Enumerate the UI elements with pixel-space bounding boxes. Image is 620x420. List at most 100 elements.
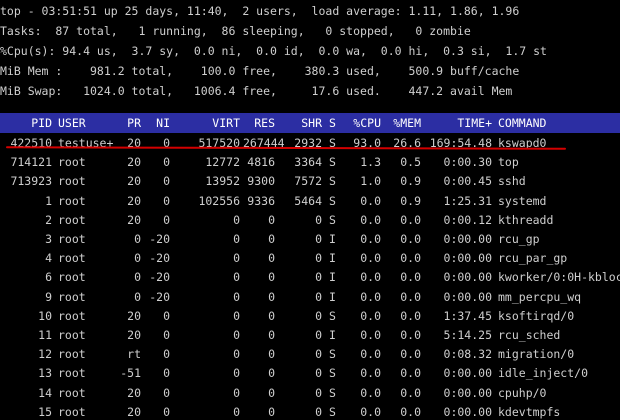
process-pid-cell: 714121	[10, 155, 52, 170]
process-s-cell: S	[329, 366, 336, 381]
process-ni-cell: 0	[163, 174, 170, 189]
process-mem-cell: 0.0	[400, 289, 421, 304]
process-s-cell: S	[329, 136, 336, 150]
process-s-cell: S	[329, 347, 336, 362]
process-time-cell: 5:14.25	[443, 328, 492, 342]
process-pid-cell: 1	[45, 193, 52, 208]
process-time-cell: 1:25.31	[443, 193, 492, 208]
process-pr-cell: 0	[134, 251, 141, 266]
process-ni-cell: 0	[163, 328, 170, 342]
process-res-cell: 4816	[247, 155, 275, 170]
process-s-cell: I	[329, 232, 336, 246]
process-res-cell: 9336	[247, 193, 275, 208]
process-pr-cell: 20	[127, 136, 141, 150]
process-row: 713923 root 20 0 13952 9300 7572 S 1.0 0.9 0:00.45…	[0, 171, 620, 191]
process-command-cell: sshd	[498, 174, 526, 189]
process-s-cell: I	[329, 328, 336, 342]
process-virt-cell: 517520	[198, 136, 240, 150]
process-command-cell: systemd	[498, 193, 547, 208]
process-s-cell: S	[329, 212, 336, 227]
process-ni-cell: 0	[163, 385, 170, 400]
process-cpu-cell: 0.0	[360, 308, 381, 323]
process-row: 10 root 20 0 0 0 0 S 0.0 0.0 1:37.45 ksoftirqd/0	[0, 306, 620, 326]
process-row: 2 root 20 0 0 0 0 S 0.0 0.0 0:00.12 kthreadd	[0, 210, 620, 230]
process-virt-cell: 0	[233, 347, 240, 362]
process-ni-cell: -20	[149, 270, 170, 285]
process-virt-cell: 13952	[205, 174, 240, 189]
process-mem-cell: 0.5	[400, 155, 421, 170]
process-row: 9 root 0 -20 0 0 0 I 0.0 0.0 0:00.00 mm_percpu_wq	[0, 287, 620, 307]
process-res-cell: 9300	[247, 174, 275, 189]
process-mem-cell: 0.0	[400, 366, 421, 381]
process-cpu-cell: 0.0	[360, 193, 381, 208]
column-header-shr: SHR	[301, 116, 322, 130]
process-shr-cell: 0	[315, 212, 322, 227]
process-s-cell: S	[329, 155, 336, 170]
process-row: 11 root 20 0 0 0 0 I 0.0 0.0 5:14.25 rcu_sched	[0, 325, 620, 345]
process-row: 15 root 20 0 0 0 0 S 0.0 0.0 0:00.00 kdevtmpfs	[0, 402, 620, 420]
process-shr-cell: 0	[315, 251, 322, 266]
process-cpu-cell: 0.0	[360, 212, 381, 227]
process-mem-cell: 0.9	[400, 193, 421, 208]
process-command-cell: mm_percpu_wq	[498, 289, 582, 304]
process-virt-cell: 0	[233, 366, 240, 381]
process-pr-cell: 20	[127, 174, 141, 189]
column-header-command: COMMAND	[498, 116, 547, 130]
process-pr-cell: 20	[127, 193, 141, 208]
process-shr-cell: 0	[315, 347, 322, 362]
process-row: 14 root 20 0 0 0 0 S 0.0 0.0 0:00.00 cpuhp/0	[0, 383, 620, 403]
process-virt-cell: 0	[233, 385, 240, 400]
column-header-mem: %MEM	[393, 116, 421, 130]
process-row: 1 root 20 0 102556 9336 5464 S 0.0 0.9 1:25.31 syst…	[0, 191, 620, 211]
process-time-cell: 0:00.45	[443, 174, 492, 189]
process-cpu-cell: 0.0	[360, 385, 381, 400]
column-header-ni: NI	[156, 116, 170, 130]
process-time-cell: 0:00.00	[443, 404, 492, 419]
process-command-cell: kdevtmpfs	[498, 404, 561, 419]
process-shr-cell: 2932	[294, 136, 322, 150]
process-command-cell: cpuhp/0	[498, 385, 547, 400]
column-header-pid: PID	[31, 116, 52, 130]
process-shr-cell: 3364	[294, 155, 322, 170]
process-pr-cell: 20	[127, 328, 141, 342]
process-res-cell: 0	[268, 270, 275, 285]
process-pr-cell: 20	[127, 155, 141, 170]
summary-swap-line: MiB Swap: 1024.0 total, 1006.4 free, 17.…	[0, 84, 513, 98]
terminal-window[interactable]: top - 03:51:51 up 25 days, 11:40, 2 user…	[0, 0, 620, 420]
process-pid-cell: 3	[45, 232, 52, 246]
process-mem-cell: 0.0	[400, 308, 421, 323]
process-virt-cell: 0	[233, 308, 240, 323]
process-pid-cell: 11	[38, 328, 52, 342]
process-ni-cell: 0	[163, 136, 170, 150]
process-time-cell: 0:00.00	[443, 232, 492, 246]
process-shr-cell: 0	[315, 308, 322, 323]
process-command-cell: kthreadd	[498, 212, 554, 227]
process-res-cell: 0	[268, 328, 275, 342]
process-pid-cell: 713923	[10, 174, 52, 189]
process-shr-cell: 5464	[294, 193, 322, 208]
process-ni-cell: 0	[163, 404, 170, 419]
process-ni-cell: 0	[163, 308, 170, 323]
process-cpu-cell: 0.0	[360, 347, 381, 362]
process-shr-cell: 0	[315, 270, 322, 285]
process-virt-cell: 0	[233, 328, 240, 342]
process-row: 422510 testuse+ 20 0 517520 267444 2932 S 93.0 26…	[0, 133, 620, 153]
process-s-cell: S	[329, 174, 336, 189]
column-header-res: RES	[254, 116, 275, 130]
process-cpu-cell: 0.0	[360, 270, 381, 285]
process-res-cell: 0	[268, 251, 275, 266]
process-ni-cell: -20	[149, 289, 170, 304]
process-pid-cell: 4	[45, 251, 52, 266]
process-cpu-cell: 0.0	[360, 251, 381, 266]
process-command-cell: rcu_gp	[498, 232, 540, 246]
process-shr-cell: 0	[315, 385, 322, 400]
process-command-cell: kswapd0	[498, 136, 547, 150]
process-pid-cell: 6	[45, 270, 52, 285]
process-shr-cell: 0	[315, 404, 322, 419]
process-s-cell: I	[329, 270, 336, 285]
process-pid-cell: 14	[38, 385, 52, 400]
process-command-cell: idle_inject/0	[498, 366, 589, 381]
process-res-cell: 0	[268, 385, 275, 400]
process-mem-cell: 0.9	[400, 174, 421, 189]
process-virt-cell: 12772	[205, 155, 240, 170]
